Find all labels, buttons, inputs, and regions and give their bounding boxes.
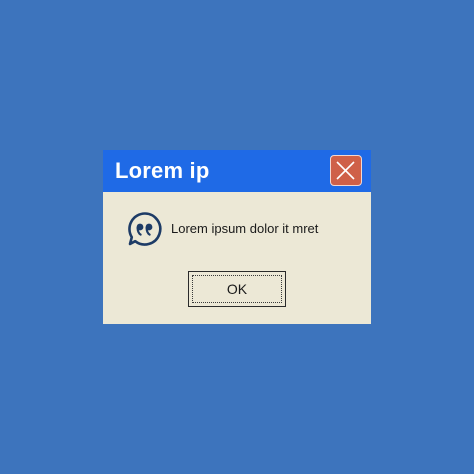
dialog-message: Lorem ipsum dolor it mret [171, 221, 319, 236]
dialog-title: Lorem ip [115, 158, 210, 183]
dialog-titlebar[interactable]: Lorem ip [103, 150, 371, 192]
message-dialog: Lorem ip Lorem ipsum dolor it mret OK [103, 150, 371, 324]
close-icon [336, 161, 355, 180]
ok-button-label: OK [226, 281, 248, 297]
quote-bubble-icon [128, 212, 162, 246]
ok-button[interactable]: OK [188, 271, 286, 307]
close-button[interactable] [330, 155, 362, 186]
